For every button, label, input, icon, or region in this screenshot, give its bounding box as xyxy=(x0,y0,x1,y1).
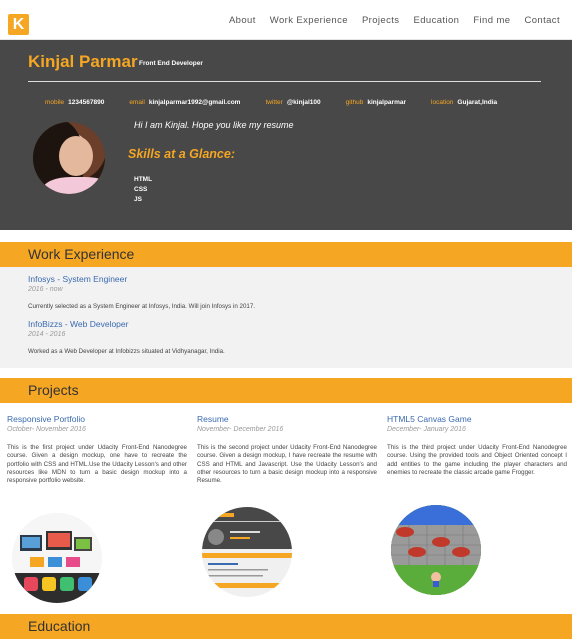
skill-item: CSS xyxy=(134,186,148,193)
work-experience-band: Work Experience xyxy=(0,242,572,267)
avatar xyxy=(33,122,105,194)
contact-email: email kinjalparmar1992@gmail.com xyxy=(129,99,240,106)
job-title[interactable]: Infosys - System Engineer xyxy=(28,274,127,284)
nav-link-contact[interactable]: Contact xyxy=(524,15,560,26)
project-card: Responsive Portfolio October- November 2… xyxy=(7,414,187,485)
skill-item: JS xyxy=(134,196,142,203)
skills-list: HTML CSS JS xyxy=(134,175,152,205)
work-experience-heading: Work Experience xyxy=(28,246,135,262)
job-entry: Infosys - System Engineer 2016 - now xyxy=(28,274,127,293)
skills-heading: Skills at a Glance: xyxy=(128,147,235,161)
page-title: Kinjal Parmar xyxy=(28,52,138,71)
contact-location: location Gujarat,India xyxy=(431,99,497,106)
contact-label: github xyxy=(345,99,364,106)
navbar: K About Work Experience Projects Educati… xyxy=(0,0,572,40)
education-band: Education xyxy=(0,614,572,639)
nav-link-education[interactable]: Education xyxy=(413,15,459,26)
contact-value[interactable]: kinjalparmar1992@gmail.com xyxy=(149,99,241,106)
project-dates: December- January 2016 xyxy=(387,426,466,433)
project-image-portfolio[interactable] xyxy=(12,513,102,603)
project-card: Resume November- December 2016 This is t… xyxy=(197,414,377,485)
contact-mobile: mobile 1234567890 xyxy=(45,99,104,106)
projects-heading: Projects xyxy=(28,382,79,398)
project-card: HTML5 Canvas Game December- January 2016… xyxy=(387,414,567,477)
contact-value: 1234567890 xyxy=(68,99,105,106)
project-title[interactable]: HTML5 Canvas Game xyxy=(387,414,567,424)
welcome-message: Hi I am Kinjal. Hope you like my resume xyxy=(134,120,294,130)
job-dates: 2014 - 2016 xyxy=(28,331,66,338)
project-title[interactable]: Resume xyxy=(197,414,377,424)
project-dates: November- December 2016 xyxy=(197,426,284,433)
job-entry: InfoBizzs - Web Developer 2014 - 2016 xyxy=(28,319,128,338)
project-image-resume[interactable] xyxy=(202,507,292,597)
contact-value: Gujarat,India xyxy=(457,99,498,106)
project-description: This is the first project under Udacity … xyxy=(7,444,187,485)
project-title[interactable]: Responsive Portfolio xyxy=(7,414,187,424)
project-dates: October- November 2016 xyxy=(7,426,86,433)
project-image-game[interactable] xyxy=(391,505,481,595)
project-description: This is the third project under Udacity … xyxy=(387,444,567,476)
header-divider xyxy=(28,81,541,82)
contact-value[interactable]: @kinjal100 xyxy=(287,99,321,106)
nav-link-about[interactable]: About xyxy=(229,15,256,26)
job-description: Currently selected as a System Engineer … xyxy=(28,303,255,310)
job-title[interactable]: InfoBizzs - Web Developer xyxy=(28,319,128,329)
nav-link-projects[interactable]: Projects xyxy=(362,15,400,26)
contact-twitter: twitter @kinjal100 xyxy=(265,99,320,106)
contact-label: twitter xyxy=(265,99,283,106)
job-description: Worked as a Web Developer at Infobizzs s… xyxy=(28,348,225,355)
contact-list: mobile 1234567890 email kinjalparmar1992@g… xyxy=(45,99,522,106)
contact-label: email xyxy=(129,99,145,106)
logo-icon[interactable]: K xyxy=(8,14,29,35)
contact-value[interactable]: kinjalparmar xyxy=(367,99,406,106)
role-subtitle: Front End Developer xyxy=(139,60,203,67)
resume-page: K About Work Experience Projects Educati… xyxy=(0,0,572,644)
skill-item: HTML xyxy=(134,176,153,183)
job-dates: 2016 - now xyxy=(28,286,63,293)
header: Kinjal Parmar Front End Developer mobile… xyxy=(0,40,572,230)
projects-band: Projects xyxy=(0,378,572,403)
contact-label: mobile xyxy=(45,99,65,106)
nav-links: About Work Experience Projects Education… xyxy=(229,15,560,26)
contact-github: github kinjalparmar xyxy=(346,99,406,106)
education-heading: Education xyxy=(28,618,91,634)
nav-link-find-me[interactable]: Find me xyxy=(473,15,510,26)
contact-label: location xyxy=(431,99,454,106)
project-description: This is the second project under Udacity… xyxy=(197,444,377,485)
nav-link-work-experience[interactable]: Work Experience xyxy=(270,15,348,26)
